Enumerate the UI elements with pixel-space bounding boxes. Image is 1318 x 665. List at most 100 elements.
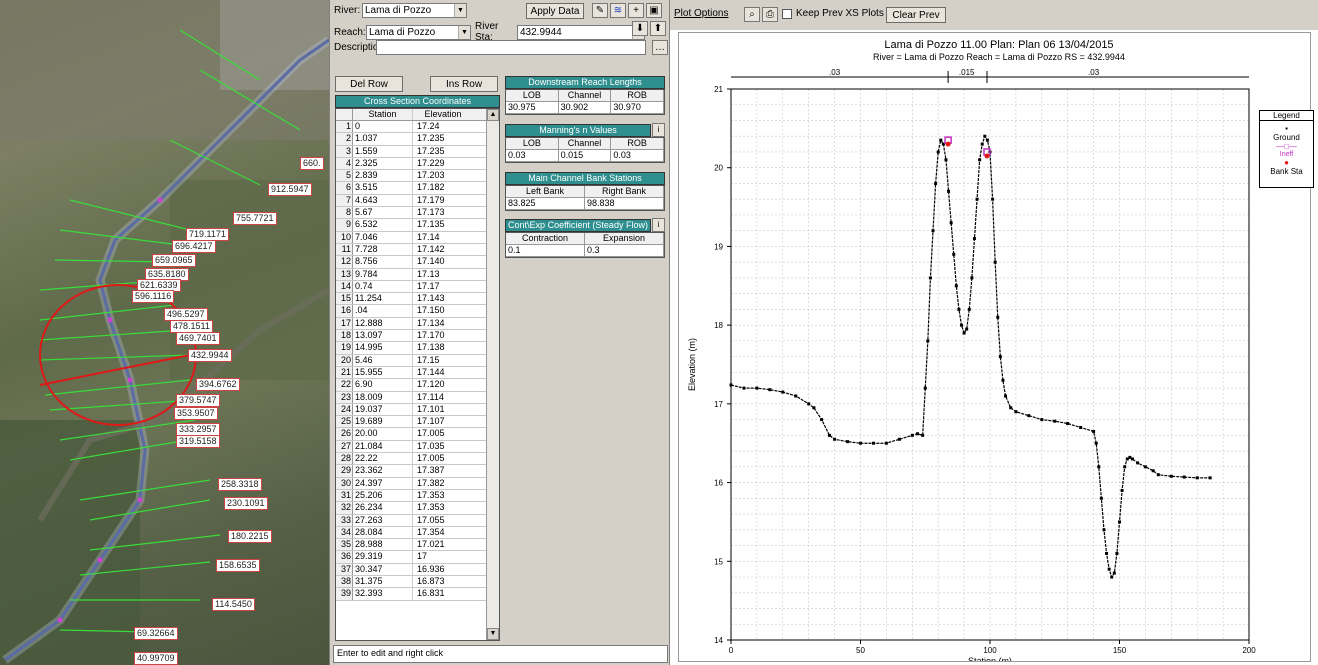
- station-cell[interactable]: 23.362: [353, 465, 413, 477]
- elevation-cell[interactable]: 17.035: [413, 441, 473, 452]
- table-row[interactable]: 2 1.037 17.235: [336, 133, 499, 146]
- ds-rob-value[interactable]: 30.970: [611, 102, 664, 114]
- elevation-cell[interactable]: 17.353: [413, 490, 473, 501]
- ds-channel-value[interactable]: 30.902: [558, 102, 612, 114]
- zoom-icon[interactable]: ⌕: [744, 7, 760, 22]
- elevation-cell[interactable]: 17: [413, 551, 473, 562]
- station-cell[interactable]: 4.643: [353, 194, 413, 207]
- station-cell[interactable]: 14.995: [353, 342, 413, 354]
- elevation-cell[interactable]: 17.138: [413, 342, 473, 353]
- elevation-cell[interactable]: 17.150: [413, 305, 473, 316]
- station-cell[interactable]: 8.756: [353, 256, 413, 268]
- elevation-cell[interactable]: 17.203: [413, 170, 473, 181]
- table-row[interactable]: 23 18.009 17.114: [336, 391, 499, 404]
- table-row[interactable]: 16.04 17.150: [336, 305, 499, 318]
- elevation-cell[interactable]: 17.101: [413, 404, 473, 415]
- station-cell[interactable]: 24.397: [353, 477, 413, 489]
- station-cell[interactable]: 20.00: [353, 428, 413, 440]
- water-surface-icon[interactable]: ≋: [610, 3, 626, 18]
- elevation-cell[interactable]: 17.182: [413, 182, 473, 193]
- table-row[interactable]: 35 28.988 17.021: [336, 539, 499, 552]
- manning-grid[interactable]: LOB Channel ROB 0.03 0.015 0.03: [505, 137, 665, 163]
- right-bank-value[interactable]: 98.838: [585, 198, 664, 210]
- station-cell[interactable]: 30.347: [353, 563, 413, 575]
- elevation-cell[interactable]: 17.135: [413, 219, 473, 230]
- scroll-up-icon[interactable]: ▲: [487, 109, 499, 121]
- ellipsis-icon[interactable]: …: [652, 40, 668, 55]
- station-cell[interactable]: 2.839: [353, 170, 413, 182]
- table-row[interactable]: 9 6.532 17.135: [336, 219, 499, 232]
- table-row[interactable]: 22 6.90 17.120: [336, 379, 499, 392]
- elevation-cell[interactable]: 17.114: [413, 392, 473, 403]
- river-sta-select[interactable]: 432.9944 ▼: [517, 24, 645, 40]
- station-cell[interactable]: 7.046: [353, 231, 413, 243]
- station-cell[interactable]: 0: [353, 121, 413, 133]
- elevation-cell[interactable]: 17.15: [413, 355, 473, 366]
- station-cell[interactable]: 32.393: [353, 588, 413, 600]
- station-cell[interactable]: 7.728: [353, 243, 413, 256]
- expansion-value[interactable]: 0.3: [585, 245, 664, 257]
- plot-options-menu[interactable]: Plot Options: [674, 8, 728, 19]
- elevation-cell[interactable]: 17.13: [413, 269, 473, 280]
- table-row[interactable]: 8 5.67 17.173: [336, 207, 499, 220]
- elevation-cell[interactable]: 16.831: [413, 588, 473, 599]
- elevation-cell[interactable]: 17.235: [413, 133, 473, 144]
- print-icon[interactable]: ⎙: [762, 7, 778, 22]
- table-row[interactable]: 12 8.756 17.140: [336, 256, 499, 269]
- station-cell[interactable]: 22.22: [353, 453, 413, 465]
- table-row[interactable]: 3 1.559 17.235: [336, 145, 499, 158]
- elevation-cell[interactable]: 17.170: [413, 330, 473, 341]
- table-row[interactable]: 7 4.643 17.179: [336, 194, 499, 208]
- station-cell[interactable]: 12.888: [353, 317, 413, 330]
- station-cell[interactable]: 28.084: [353, 526, 413, 539]
- plot-xs-icon[interactable]: ✎: [592, 3, 608, 18]
- table-row[interactable]: 30 24.397 17.382: [336, 477, 499, 490]
- station-cell[interactable]: 5.67: [353, 207, 413, 219]
- elevation-cell[interactable]: 17.354: [413, 527, 473, 538]
- elevation-cell[interactable]: 17.143: [413, 293, 473, 304]
- table-row[interactable]: 5 2.839 17.203: [336, 170, 499, 183]
- station-cell[interactable]: 15.955: [353, 366, 413, 379]
- table-row[interactable]: 29 23.362 17.387: [336, 465, 499, 478]
- elevation-cell[interactable]: 17.353: [413, 502, 473, 513]
- station-cell[interactable]: 1.559: [353, 145, 413, 157]
- manning-rob-value[interactable]: 0.03: [611, 150, 664, 162]
- plot-area[interactable]: Lama di Pozzo 11.00 Plan: Plan 06 13/04/…: [678, 32, 1314, 665]
- arrow-up-icon[interactable]: ⬆: [650, 21, 666, 36]
- elevation-cell[interactable]: 17.235: [413, 146, 473, 157]
- bank-stations-grid[interactable]: Left Bank Right Bank 83.825 98.838: [505, 185, 665, 211]
- table-row[interactable]: 11 7.728 17.142: [336, 243, 499, 257]
- table-row[interactable]: 31 25.206 17.353: [336, 489, 499, 503]
- manning-channel-value[interactable]: 0.015: [558, 150, 612, 162]
- elevation-cell[interactable]: 17.107: [413, 416, 473, 427]
- station-cell[interactable]: 27.263: [353, 514, 413, 526]
- table-row[interactable]: 24 19.037 17.101: [336, 403, 499, 417]
- map-view[interactable]: 660. 912.5947 755.7721 719.1171 696.4217…: [0, 0, 329, 665]
- xs-table-scrollbar[interactable]: ▲ ▼: [486, 109, 499, 640]
- station-cell[interactable]: 31.375: [353, 575, 413, 588]
- del-row-button[interactable]: Del Row: [335, 76, 403, 92]
- station-cell[interactable]: 5.46: [353, 354, 413, 366]
- elevation-cell[interactable]: 16.873: [413, 576, 473, 587]
- elevation-cell[interactable]: 17.144: [413, 367, 473, 378]
- keep-prev-checkbox[interactable]: [782, 9, 792, 19]
- elevation-cell[interactable]: 17.24: [413, 121, 473, 132]
- station-cell[interactable]: 6.532: [353, 219, 413, 231]
- elevation-cell[interactable]: 17.142: [413, 244, 473, 255]
- table-row[interactable]: 38 31.375 16.873: [336, 575, 499, 589]
- table-row[interactable]: 33 27.263 17.055: [336, 514, 499, 527]
- station-cell[interactable]: 6.90: [353, 379, 413, 391]
- table-row[interactable]: 19 14.995 17.138: [336, 342, 499, 355]
- info-icon[interactable]: i: [652, 218, 665, 232]
- elevation-cell[interactable]: 17.005: [413, 453, 473, 464]
- table-row[interactable]: 21 15.955 17.144: [336, 366, 499, 380]
- table-row[interactable]: 20 5.46 17.15: [336, 354, 499, 367]
- coefficients-grid[interactable]: Contraction Expansion 0.1 0.3: [505, 232, 665, 258]
- station-cell[interactable]: 21.084: [353, 440, 413, 453]
- station-cell[interactable]: 18.009: [353, 391, 413, 403]
- table-row[interactable]: 13 9.784 17.13: [336, 268, 499, 281]
- station-cell[interactable]: 3.515: [353, 182, 413, 194]
- station-cell[interactable]: 25.206: [353, 489, 413, 502]
- elevation-cell[interactable]: 17.173: [413, 207, 473, 218]
- elevation-cell[interactable]: 17.005: [413, 428, 473, 439]
